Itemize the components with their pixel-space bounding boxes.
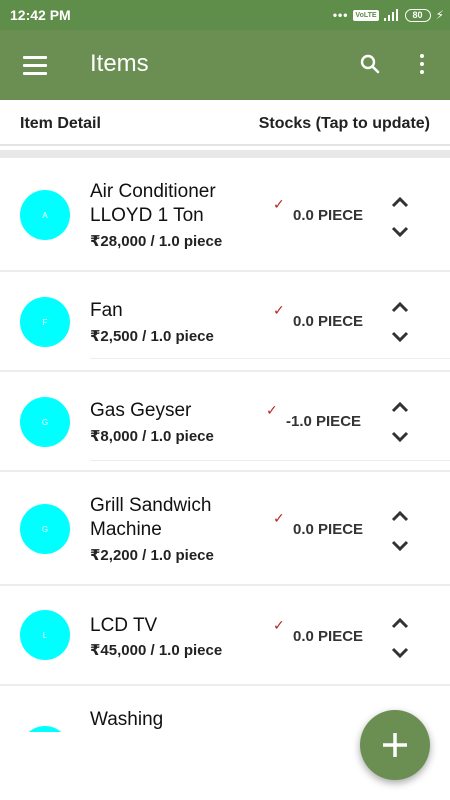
quantity-stepper[interactable]: [386, 616, 414, 660]
stock-value[interactable]: 0.0 PIECE: [293, 207, 363, 224]
item-name: Washing: [90, 709, 164, 730]
list-item[interactable]: G Grill Sandwich Machine ₹2,200 / 1.0 pi…: [0, 472, 450, 584]
item-price: ₹8,000 / 1.0 piece: [90, 428, 214, 445]
status-icons: ••• VoLTE 80 ⚡: [333, 7, 444, 23]
item-name: Gas Geyser: [90, 400, 192, 421]
avatar: [20, 726, 70, 732]
quantity-stepper[interactable]: [386, 300, 414, 344]
chevron-down-icon[interactable]: [390, 539, 410, 553]
list-item[interactable]: L LCD TV ₹45,000 / 1.0 piece ✓ 0.0 PIECE: [0, 586, 450, 684]
chevron-up-icon[interactable]: [390, 300, 410, 314]
chevron-up-icon[interactable]: [390, 195, 410, 209]
chevron-down-icon[interactable]: [390, 430, 410, 444]
check-icon: ✓: [273, 302, 285, 318]
chevron-down-icon[interactable]: [390, 330, 410, 344]
search-icon[interactable]: [356, 50, 384, 78]
list-header: Item Detail Stocks (Tap to update): [0, 100, 450, 146]
chevron-up-icon[interactable]: [390, 400, 410, 414]
quantity-stepper[interactable]: [386, 195, 414, 239]
chevron-down-icon[interactable]: [390, 646, 410, 660]
check-icon: ✓: [273, 196, 285, 212]
charging-icon: ⚡: [435, 8, 444, 22]
chevron-up-icon[interactable]: [390, 509, 410, 523]
item-name: Air Conditioner LLOYD 1 Ton: [90, 181, 216, 226]
row-underline: [90, 358, 450, 359]
add-icon: [383, 733, 407, 757]
item-price: ₹2,500 / 1.0 piece: [90, 328, 214, 345]
header-divider: [0, 150, 450, 158]
chevron-down-icon[interactable]: [390, 225, 410, 239]
list-item[interactable]: F Fan ₹2,500 / 1.0 piece ✓ 0.0 PIECE: [0, 272, 450, 370]
notification-dots-icon: •••: [332, 8, 349, 22]
check-icon: ✓: [273, 617, 285, 633]
item-price: ₹45,000 / 1.0 piece: [90, 642, 223, 659]
avatar: G: [20, 397, 70, 447]
list-item[interactable]: G Gas Geyser ₹8,000 / 1.0 piece ✓ -1.0 P…: [0, 372, 450, 470]
page-title: Items: [90, 50, 149, 77]
quantity-stepper[interactable]: [386, 400, 414, 444]
item-name: LCD TV: [90, 615, 158, 636]
signal-icon: [383, 9, 400, 21]
item-price: ₹28,000 / 1.0 piece: [90, 233, 223, 250]
chevron-up-icon[interactable]: [390, 616, 410, 630]
item-name: Fan: [90, 300, 123, 321]
avatar: L: [20, 610, 70, 660]
check-icon: ✓: [266, 402, 278, 418]
avatar: G: [20, 504, 70, 554]
stock-value[interactable]: 0.0 PIECE: [293, 628, 363, 645]
quantity-stepper[interactable]: [386, 509, 414, 553]
avatar: F: [20, 297, 70, 347]
status-time: 12:42 PM: [10, 7, 71, 23]
battery-icon: 80: [404, 8, 431, 22]
stock-value[interactable]: 0.0 PIECE: [293, 313, 363, 330]
avatar: A: [20, 190, 70, 240]
header-item-detail: Item Detail: [20, 115, 101, 132]
item-name: Grill Sandwich Machine: [90, 495, 212, 540]
item-price: ₹2,200 / 1.0 piece: [90, 547, 214, 564]
check-icon: ✓: [273, 510, 285, 526]
app-bar: Items: [0, 30, 450, 100]
header-stocks: Stocks (Tap to update): [258, 115, 430, 132]
list-item[interactable]: A Air Conditioner LLOYD 1 Ton ₹28,000 / …: [0, 160, 450, 270]
status-bar: 12:42 PM ••• VoLTE 80 ⚡: [0, 0, 450, 30]
row-underline: [90, 460, 450, 461]
volte-icon: VoLTE: [353, 9, 379, 21]
add-item-button[interactable]: [360, 710, 430, 780]
menu-icon[interactable]: [16, 47, 54, 83]
stock-value[interactable]: 0.0 PIECE: [293, 521, 363, 538]
stock-value[interactable]: -1.0 PIECE: [286, 413, 361, 430]
more-vert-icon[interactable]: [408, 48, 436, 80]
item-list[interactable]: A Air Conditioner LLOYD 1 Ton ₹28,000 / …: [0, 160, 450, 732]
